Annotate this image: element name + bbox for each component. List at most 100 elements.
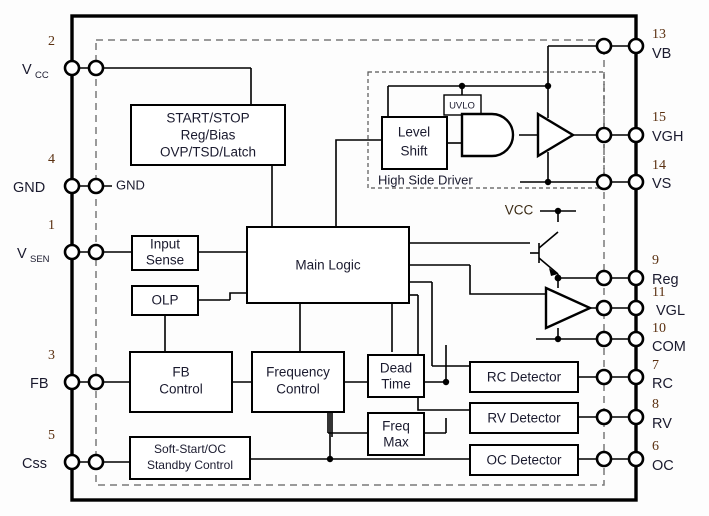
- pin-pad-vs-inner[interactable]: [595, 173, 613, 191]
- dead-time-line2: Time: [381, 377, 411, 392]
- vcc-internal-label: VCC: [505, 203, 534, 218]
- pin-pad-vgl-outer[interactable]: [627, 299, 645, 317]
- block-oc-detector: OC Detector: [469, 444, 579, 476]
- pin-pad-vcc-inner[interactable]: [87, 59, 105, 77]
- junction-vs-rail: [544, 178, 552, 186]
- pin-pad-vsen-inner[interactable]: [87, 243, 105, 261]
- pin-name-rc: RC: [652, 376, 673, 392]
- pin-name-oc: OC: [652, 458, 674, 474]
- pin-pad-com-inner[interactable]: [595, 330, 613, 348]
- pin-pad-vcc-outer[interactable]: [63, 59, 81, 77]
- frequency-control-line2: Control: [276, 382, 320, 397]
- start-stop-line1: START/STOP: [166, 111, 249, 126]
- pin-pad-css-outer[interactable]: [63, 453, 81, 471]
- freq-max-line1: Freq: [382, 419, 410, 434]
- pin-pad-gnd-outer[interactable]: [63, 177, 81, 195]
- block-level-shift: Level Shift: [381, 116, 448, 170]
- block-diagram-svg: High Side Driver START/STOP Reg/Bias OVP…: [13, 14, 686, 502]
- pin-pad-rv-inner[interactable]: [595, 408, 613, 426]
- block-uvlo: UVLO: [443, 94, 482, 116]
- pin-number-9: 9: [652, 253, 659, 268]
- pin-number-5: 5: [48, 428, 55, 443]
- block-diagram-canvas: High Side Driver START/STOP Reg/Bias OVP…: [0, 0, 709, 516]
- pin-number-6: 6: [652, 439, 659, 454]
- pin-pad-oc-inner[interactable]: [595, 450, 613, 468]
- pin-number-3: 3: [48, 348, 55, 363]
- block-olp: OLP: [131, 285, 199, 316]
- pin-left-gnd[interactable]: 4 GND: [13, 152, 105, 196]
- pin-number-13: 13: [652, 27, 666, 42]
- pin-pad-vgl-inner[interactable]: [595, 299, 613, 317]
- pin-name-vgl: VGL: [656, 303, 685, 319]
- block-rc-detector: RC Detector: [469, 361, 579, 393]
- block-fb-control: FB Control: [129, 351, 233, 413]
- pin-sub-vsen: SEN: [30, 254, 50, 265]
- pin-pad-rv-outer[interactable]: [627, 408, 645, 426]
- pin-pad-fb-outer[interactable]: [63, 373, 81, 391]
- pin-pad-rc-outer[interactable]: [627, 368, 645, 386]
- pin-pad-vgh-inner[interactable]: [595, 126, 613, 144]
- fb-control-line2: Control: [159, 382, 203, 397]
- uvlo-label: UVLO: [449, 101, 475, 112]
- gnd-internal-label: GND: [116, 177, 145, 192]
- and-gate-high-side: [460, 112, 515, 158]
- block-soft-start: Soft-Start/OC Standby Control: [129, 436, 251, 480]
- rc-detector-label: RC Detector: [487, 370, 562, 385]
- pin-number-14: 14: [652, 158, 666, 173]
- vgl-output-buffer: [544, 286, 593, 330]
- block-dead-time: Dead Time: [367, 354, 425, 398]
- pin-right-vb[interactable]: 13 VB: [595, 27, 671, 62]
- block-frequency-control: Frequency Control: [251, 351, 345, 413]
- pin-pad-vgh-outer[interactable]: [627, 126, 645, 144]
- pin-name-vb: VB: [652, 46, 671, 62]
- high-side-driver-label: High Side Driver: [378, 172, 473, 187]
- freq-max-line2: Max: [383, 435, 409, 450]
- pin-pad-vb-inner[interactable]: [595, 37, 613, 55]
- pin-left-css[interactable]: 5 Css: [22, 428, 105, 472]
- pin-right-vgh[interactable]: 15 VGH: [595, 110, 683, 145]
- block-freq-max: Freq Max: [367, 412, 425, 456]
- pin-sub-vcc: CC: [35, 70, 49, 81]
- pin-pad-oc-outer[interactable]: [627, 450, 645, 468]
- pin-number-1: 1: [48, 218, 55, 233]
- pin-right-vs[interactable]: 14 VS: [595, 158, 671, 192]
- start-stop-line3: OVP/TSD/Latch: [160, 145, 256, 160]
- pin-name-vs: VS: [652, 176, 671, 192]
- block-rv-detector: RV Detector: [469, 402, 579, 434]
- pin-pad-fb-inner[interactable]: [87, 373, 105, 391]
- junction-com-node: [554, 335, 562, 343]
- pin-pad-vs-outer[interactable]: [627, 173, 645, 191]
- dead-time-line1: Dead: [380, 361, 412, 376]
- pin-right-com[interactable]: 10 COM: [595, 321, 686, 355]
- pin-pad-css-inner[interactable]: [87, 453, 105, 471]
- pin-number-10: 10: [652, 321, 666, 336]
- pin-left-vcc[interactable]: 2 V CC: [22, 34, 105, 81]
- pin-left-fb[interactable]: 3 FB: [30, 348, 105, 392]
- pin-name-gnd: GND: [13, 180, 45, 196]
- high-side-output-buffer: [536, 111, 576, 159]
- pin-number-2: 2: [48, 34, 55, 49]
- pin-right-vgl[interactable]: 11 VGL: [595, 285, 685, 319]
- main-logic-label: Main Logic: [295, 258, 361, 273]
- pin-pad-reg-outer[interactable]: [627, 269, 645, 287]
- pin-pad-gnd-inner[interactable]: [87, 177, 105, 195]
- pin-name-fb: FB: [30, 376, 49, 392]
- pin-pad-com-outer[interactable]: [627, 330, 645, 348]
- soft-start-line2: Standby Control: [147, 458, 233, 472]
- pin-pad-vsen-outer[interactable]: [63, 243, 81, 261]
- block-start-stop: START/STOP Reg/Bias OVP/TSD/Latch: [130, 104, 286, 166]
- input-sense-line2: Sense: [146, 253, 184, 268]
- input-sense-line1: Input: [150, 237, 180, 252]
- pin-pad-vb-outer[interactable]: [627, 37, 645, 55]
- pin-number-8: 8: [652, 397, 659, 412]
- pin-pad-reg-inner[interactable]: [595, 269, 613, 287]
- frequency-control-line1: Frequency: [266, 365, 330, 380]
- pin-pad-rc-inner[interactable]: [595, 368, 613, 386]
- rv-detector-label: RV Detector: [487, 411, 561, 426]
- level-shift-line2: Shift: [400, 144, 427, 159]
- oc-detector-label: OC Detector: [486, 453, 562, 468]
- junction-deadtime: [442, 378, 450, 386]
- pin-right-reg[interactable]: 9 Reg: [595, 253, 679, 288]
- pin-left-vsen[interactable]: 1 V SEN: [17, 218, 105, 265]
- pin-name-rv: RV: [652, 416, 672, 432]
